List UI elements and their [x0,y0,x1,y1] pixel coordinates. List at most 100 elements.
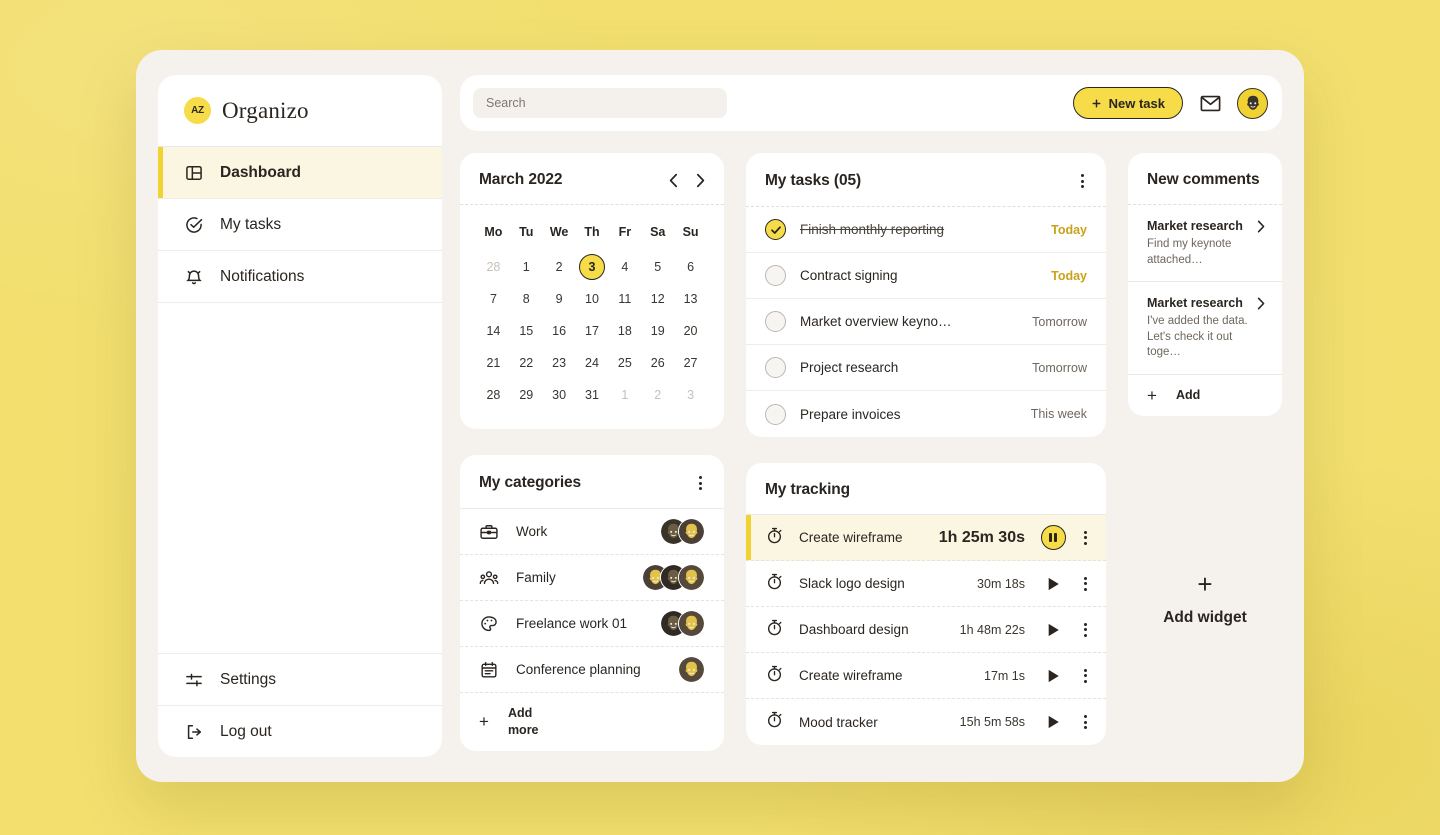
search-input[interactable] [473,88,727,118]
add-widget-label: Add widget [1163,609,1247,627]
task-row[interactable]: Market overview keyno… Tomorrow [746,299,1106,345]
add-widget-button[interactable]: + Add widget [1128,442,1282,757]
calendar-day[interactable]: 4 [608,251,641,283]
calendar-day[interactable]: 11 [608,283,641,315]
sidebar-item-notifications[interactable]: Notifications [158,251,442,303]
calendar-day[interactable]: 19 [641,315,674,347]
task-row[interactable]: Prepare invoices This week [746,391,1106,437]
calendar-day[interactable]: 28 [477,251,510,283]
calendar-day[interactable]: 2 [641,379,674,411]
play-button[interactable] [1040,623,1066,637]
tracking-row[interactable]: Dashboard design 1h 48m 22s [746,607,1106,653]
calendar-day[interactable]: 25 [608,347,641,379]
add-more-categories-button[interactable]: + Add more [460,693,724,751]
task-row[interactable]: Finish monthly reporting Today [746,207,1106,253]
play-button[interactable] [1040,715,1066,729]
comment-row[interactable]: Market research I've added the data. Let's… [1128,282,1282,375]
mail-button[interactable] [1195,88,1225,118]
avatar[interactable] [1237,87,1268,119]
kebab-menu-icon[interactable] [1081,620,1090,640]
calendar-day[interactable]: 10 [576,283,609,315]
kebab-menu-icon[interactable] [1081,666,1090,686]
task-row[interactable]: Project research Tomorrow [746,345,1106,391]
calendar-day[interactable]: 9 [543,283,576,315]
new-task-button[interactable]: New task [1072,87,1183,119]
play-button[interactable] [1040,577,1066,591]
task-due-date: This week [1030,407,1087,421]
add-comment-button[interactable]: + Add [1128,375,1282,416]
task-name: Prepare invoices [800,406,901,422]
comment-row[interactable]: Market research Find my keynote attached… [1128,205,1282,283]
plus-icon [1092,99,1101,107]
chevron-right-icon[interactable] [696,173,705,188]
chevron-right-icon[interactable] [1257,297,1265,310]
calendar-day[interactable]: 22 [510,347,543,379]
chevron-right-icon[interactable] [1257,219,1265,233]
calendar-icon [481,661,497,678]
categories-header: My categories [460,455,724,509]
calendar-day[interactable]: 8 [510,283,543,315]
calendar-day[interactable]: 31 [576,379,609,411]
tracking-row[interactable]: Mood tracker 15h 5m 58s [746,699,1106,745]
category-name: Freelance work 01 [516,616,628,631]
category-avatar-group [660,518,705,545]
calendar-day[interactable]: 18 [608,315,641,347]
calendar-day[interactable]: 1 [608,379,641,411]
tracking-row[interactable]: Create wireframe 17m 1s [746,653,1106,699]
category-row[interactable]: Freelance work 01 [460,601,724,647]
task-due-date: Today [1051,222,1087,237]
categories-title: My categories [479,474,582,491]
sidebar-item-settings[interactable]: Settings [158,653,442,705]
tracking-name: Slack logo design [799,576,905,591]
kebab-menu-icon[interactable] [1081,712,1090,732]
task-checkbox[interactable] [765,357,786,378]
calendar-widget: March 2022 Mo Tu We Th Fr Sa Su 28 1 2 3 4 5 6 [460,153,724,429]
calendar-day[interactable]: 29 [510,379,543,411]
calendar-day[interactable]: 23 [543,347,576,379]
kebab-menu-icon[interactable] [696,473,705,493]
calendar-day[interactable]: 28 [477,379,510,411]
calendar-day[interactable]: 14 [477,315,510,347]
category-row[interactable]: Conference planning [460,647,724,693]
categories-list: Work Family Freelance work 01 Conference pl… [460,509,724,693]
task-name: Finish monthly reporting [800,222,945,237]
calendar-day[interactable]: 5 [641,251,674,283]
calendar-day[interactable]: 1 [510,251,543,283]
play-button[interactable] [1040,669,1066,683]
task-due-date: Tomorrow [1032,314,1087,329]
calendar-day-selected[interactable]: 3 [576,251,609,283]
sidebar-item-log-out[interactable]: Log out [158,705,442,757]
calendar-day[interactable]: 26 [641,347,674,379]
calendar-day[interactable]: 21 [477,347,510,379]
calendar-day[interactable]: 7 [477,283,510,315]
calendar-day[interactable]: 3 [674,379,707,411]
calendar-day[interactable]: 27 [674,347,707,379]
category-row[interactable]: Work [460,509,724,555]
sidebar-item-my-tasks[interactable]: My tasks [158,199,442,251]
calendar-day[interactable]: 12 [641,283,674,315]
task-checkbox[interactable] [765,403,786,425]
task-checkbox[interactable] [765,265,786,286]
calendar-day[interactable]: 24 [576,347,609,379]
task-checkbox[interactable] [765,311,786,332]
calendar-day[interactable]: 16 [543,315,576,347]
calendar-day[interactable]: 20 [674,315,707,347]
calendar-weekday: Tu [519,225,534,239]
kebab-menu-icon[interactable] [1081,574,1090,594]
kebab-menu-icon[interactable] [1078,171,1087,191]
calendar-day[interactable]: 17 [576,315,609,347]
sidebar-item-dashboard[interactable]: Dashboard [158,147,442,199]
chevron-left-icon[interactable] [669,173,678,188]
pause-button[interactable] [1040,525,1066,550]
calendar-day[interactable]: 30 [543,379,576,411]
tracking-row[interactable]: Slack logo design 30m 18s [746,561,1106,607]
calendar-day[interactable]: 13 [674,283,707,315]
category-row[interactable]: Family [460,555,724,601]
task-row[interactable]: Contract signing Today [746,253,1106,299]
calendar-day[interactable]: 2 [543,251,576,283]
task-checkbox-checked[interactable] [765,219,786,240]
calendar-day[interactable]: 6 [674,251,707,283]
kebab-menu-icon[interactable] [1081,528,1090,548]
tracking-row[interactable]: Create wireframe 1h 25m 30s [746,515,1106,561]
calendar-day[interactable]: 15 [510,315,543,347]
